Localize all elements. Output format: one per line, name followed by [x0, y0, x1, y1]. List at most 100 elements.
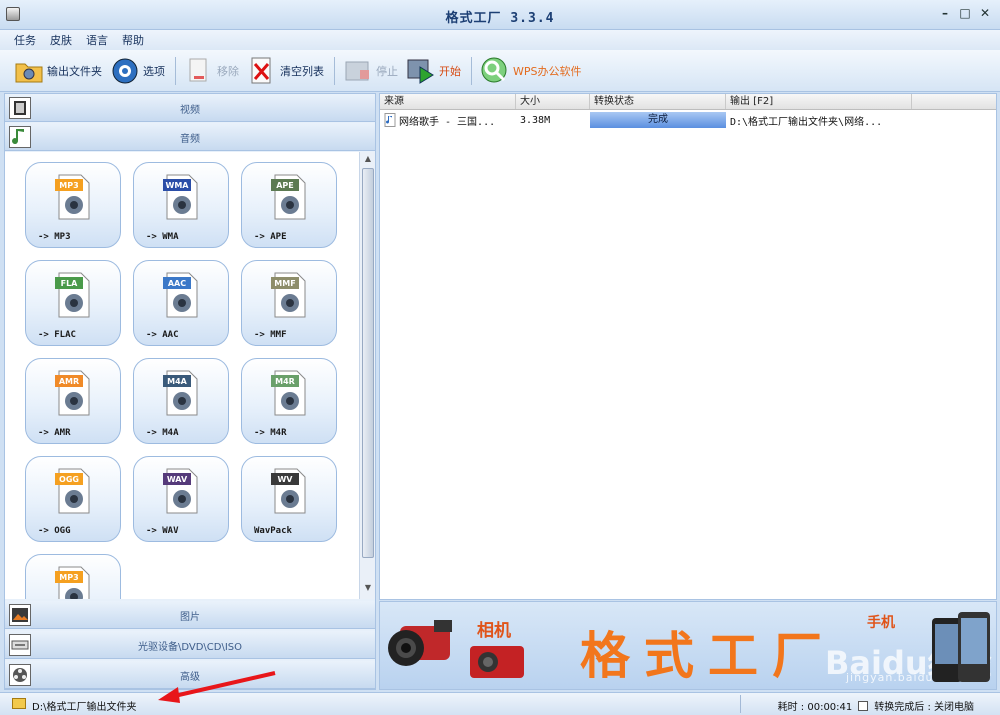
column-size[interactable]: 大小	[516, 94, 590, 109]
format-tag: WV	[277, 475, 293, 484]
task-size: 3.38M	[520, 114, 551, 126]
audio-file-icon: WV	[271, 468, 306, 514]
toolbar: 输出文件夹 选项 移除 清空列表 停止 开始 WPS办公软件	[0, 50, 1000, 92]
statusbar-divider	[740, 695, 741, 713]
format-button[interactable]: OGG -> OGG	[25, 456, 121, 542]
promo-banner[interactable]: 相机 格式工厂 手机 Baidu经验 jingyan.baidu.com	[379, 601, 997, 690]
format-button[interactable]: M4R -> M4R	[241, 358, 337, 444]
format-tag: MP3	[59, 573, 78, 582]
scroll-up-icon[interactable]: ▲	[362, 154, 374, 166]
format-tag: MP3	[59, 181, 78, 190]
camcorder-icon	[388, 620, 452, 666]
format-label: -> M4R	[254, 428, 287, 438]
audio-file-icon: MP3	[55, 174, 90, 220]
audio-file-icon: M4A	[163, 370, 198, 416]
format-label: -> APE	[254, 232, 287, 242]
audio-format-grid: MP3 -> MP3 WMA -> WMA APE -> APE FLA -> FLAC AAC…	[5, 152, 359, 599]
brand-title: 格式工厂	[580, 627, 836, 685]
column-output[interactable]: 输出 [F2]	[726, 94, 912, 109]
menu-skin[interactable]: 皮肤	[50, 32, 72, 48]
play-icon	[406, 56, 436, 86]
output-path[interactable]: D:\格式工厂输出文件夹	[32, 698, 136, 713]
audio-file-icon: WMA	[163, 174, 198, 220]
format-tag: AMR	[59, 377, 79, 386]
audio-file-icon: OGG	[55, 468, 90, 514]
clear-list-button[interactable]: 清空列表	[247, 54, 324, 88]
task-status: 完成	[590, 112, 726, 128]
task-list-header: 来源 大小 转换状态 输出 [F2]	[380, 94, 996, 110]
format-button[interactable]: AMR -> AMR	[25, 358, 121, 444]
after-done-label: 转换完成后 : 关闭电脑	[874, 702, 974, 713]
elapsed-time: 耗时 : 00:00:41	[777, 702, 853, 713]
task-row[interactable]: 网络歌手 - 三国... 3.38M 完成 D:\格式工厂输出文件夹\网络...	[380, 111, 996, 129]
gear-icon	[110, 56, 140, 86]
format-button[interactable]: M4A -> M4A	[133, 358, 229, 444]
folder-icon	[14, 56, 44, 86]
output-folder-button[interactable]: 输出文件夹	[14, 54, 102, 88]
category-video[interactable]: 视频	[5, 94, 375, 122]
toolbar-separator	[471, 56, 472, 85]
format-tag: APE	[276, 181, 294, 190]
format-tag: M4A	[167, 377, 188, 386]
audio-file-icon: FLA	[55, 272, 90, 318]
scroll-down-icon[interactable]: ▼	[362, 583, 374, 595]
column-source[interactable]: 来源	[380, 94, 516, 109]
format-button[interactable]: WMA -> WMA	[133, 162, 229, 248]
after-done-checkbox[interactable]	[858, 700, 869, 711]
clear-icon	[247, 56, 277, 86]
audio-file-icon: AMR	[55, 370, 90, 416]
task-list: 来源 大小 转换状态 输出 [F2] 网络歌手 - 三国... 3.38M 完成…	[379, 93, 997, 600]
audio-file-icon: APE	[271, 174, 306, 220]
format-tag: WMA	[166, 181, 190, 190]
format-label: -> FLAC	[38, 330, 76, 340]
wps-icon	[480, 56, 510, 86]
menu-help[interactable]: 帮助	[122, 32, 144, 48]
wps-button[interactable]: WPS办公软件	[480, 54, 582, 88]
format-label: -> MMF	[254, 330, 287, 340]
column-status[interactable]: 转换状态	[590, 94, 726, 109]
format-button[interactable]: MMF -> MMF	[241, 260, 337, 346]
options-button[interactable]: 选项	[110, 54, 165, 88]
audio-file-icon: AAC	[163, 272, 198, 318]
close-button[interactable]: ✕	[978, 6, 992, 20]
maximize-button[interactable]: □	[958, 6, 972, 20]
audio-file-icon: WAV	[163, 468, 198, 514]
format-tag: MMF	[274, 279, 295, 288]
format-tag: AAC	[168, 279, 186, 288]
format-button[interactable]: APE -> APE	[241, 162, 337, 248]
menu-language[interactable]: 语言	[86, 32, 108, 48]
format-button[interactable]: FLA -> FLAC	[25, 260, 121, 346]
task-output: D:\格式工厂输出文件夹\网络...	[730, 116, 883, 128]
remove-button[interactable]: 移除	[184, 54, 239, 88]
audio-file-icon: MMF	[271, 272, 306, 318]
menu-task[interactable]: 任务	[14, 32, 36, 48]
stop-button[interactable]: 停止	[343, 54, 398, 88]
format-label: -> WAV	[146, 526, 179, 536]
minimize-button[interactable]: –	[938, 6, 952, 20]
audio-file-icon: MP3	[55, 566, 90, 599]
format-tag: FLA	[61, 279, 79, 288]
format-label: -> WMA	[146, 232, 179, 242]
scroll-thumb[interactable]	[362, 168, 374, 558]
category-picture[interactable]: 图片	[5, 601, 375, 629]
format-button[interactable]: AAC -> AAC	[133, 260, 229, 346]
folder-icon[interactable]	[12, 698, 26, 709]
format-tag: WAV	[167, 475, 188, 484]
format-label: -> AMR	[38, 428, 71, 438]
format-button[interactable]: MP3 -> MP3	[25, 162, 121, 248]
category-panel: 视频 音频 MP3 -> MP3 WMA -> WMA APE -> APE FLA -> F…	[4, 93, 376, 690]
format-tag: OGG	[59, 475, 79, 484]
format-button[interactable]: WAV -> WAV	[133, 456, 229, 542]
phone-icon	[932, 612, 990, 682]
format-button[interactable]: MP3	[25, 554, 121, 599]
format-label: -> AAC	[146, 330, 179, 340]
start-button[interactable]: 开始	[406, 54, 461, 88]
format-label: -> MP3	[38, 232, 71, 242]
format-button[interactable]: WV WavPack	[241, 456, 337, 542]
format-label: -> M4A	[146, 428, 179, 438]
category-rom-device[interactable]: 光驱设备\DVD\CD\ISO	[5, 631, 375, 659]
format-grid-scrollbar[interactable]: ▲ ▼	[359, 152, 375, 599]
category-audio[interactable]: 音频	[5, 123, 375, 151]
toolbar-separator	[334, 56, 335, 85]
format-label: WavPack	[254, 526, 292, 536]
